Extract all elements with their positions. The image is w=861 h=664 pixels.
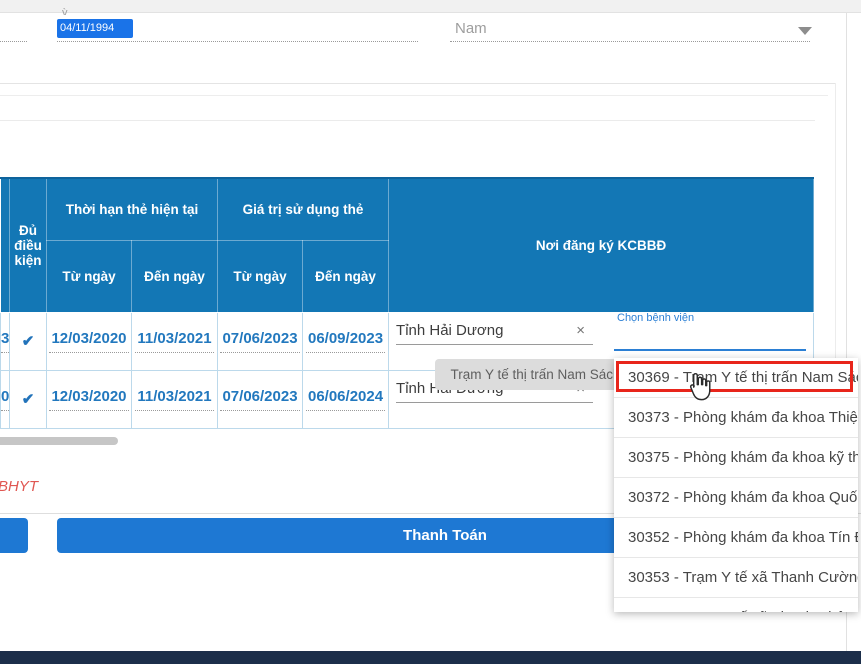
back-button-clipped[interactable] [0,518,28,553]
hospital-tooltip: Trạm Y tế thị trấn Nam Sách [435,359,636,390]
date-field[interactable]: 12/03/2020 [49,388,128,411]
hospital-option[interactable]: 30353 - Trạm Y tế xã Thanh Cường [614,558,858,598]
kcb-province-value[interactable]: Tỉnh Hải Dương [396,322,503,339]
hospital-picker-input[interactable] [614,349,806,351]
hospital-option[interactable]: 30373 - Phòng khám đa khoa Thiện Tâm [614,398,858,438]
date-field[interactable]: 11/03/2021 [135,388,213,411]
date-field[interactable]: 06/06/2024 [306,388,385,411]
hospital-picker-label: Chọn bệnh viện [617,312,694,324]
gender-select-value[interactable]: Nam [455,20,487,37]
date-field[interactable]: 07/06/2023 [220,388,299,411]
hospital-option[interactable]: 30352 - Phòng khám đa khoa Tín Đức C [614,518,858,558]
check-icon: ✔ [22,333,35,350]
clear-icon[interactable]: × [572,322,589,339]
hand-cursor-icon [685,372,712,401]
col-header-kcb-place: Nơi đăng ký KCBBĐ [389,178,814,312]
clipped-text-fragment: ỳ ỉ [62,8,86,15]
window-top-strip [0,0,861,13]
date-field[interactable]: 06/09/2023 [306,330,385,353]
card-id-fragment: 3 [1,312,10,370]
clipped-column-header [1,178,10,312]
card-divider [0,83,835,84]
card-divider [0,120,815,121]
date-field[interactable]: 12/03/2020 [49,330,128,353]
hospital-dropdown: 30369 - Trạm Y tế thị trấn Nam Sách 3037… [614,358,858,612]
dob-field-underline[interactable] [57,41,418,42]
col-header-from-date: Từ ngày [47,240,132,312]
col-header-to-date: Đến ngày [303,240,389,312]
kcb-province-field[interactable]: Tỉnh Hải Dương × [396,322,593,345]
hospital-option[interactable]: 30375 - Phòng khám đa khoa kỹ thuật cao [614,438,858,478]
date-field[interactable]: 07/06/2023 [220,330,299,353]
col-header-current-term: Thời hạn thẻ hiện tại [47,178,218,240]
footer-bar [0,651,861,664]
date-field[interactable]: 11/03/2021 [135,330,213,353]
check-icon: ✔ [22,391,35,408]
screen: ỳ ỉ 04/11/1994 Nam Đủ điều kiện Thời hạn… [0,0,861,664]
gender-select-underline[interactable] [450,41,810,42]
bhyt-note-fragment: BHYT [0,478,38,495]
col-header-to-date: Đến ngày [132,240,218,312]
col-header-from-date: Từ ngày [218,240,303,312]
hospital-option[interactable]: 30369 - Trạm Y tế thị trấn Nam Sách [614,358,858,398]
col-header-card-validity: Giá trị sử dụng thẻ [218,178,389,240]
card-id-fragment: 0 [1,370,10,428]
horizontal-scrollbar-thumb[interactable] [0,437,118,445]
card-divider [0,95,828,96]
clipped-field-underline [0,41,27,42]
chevron-down-icon[interactable] [798,27,812,35]
dob-field-selected-text[interactable]: 04/11/1994 [57,19,133,38]
hospital-option[interactable]: 30372 - Phòng khám đa khoa Quốc tế Th [614,478,858,518]
hospital-option[interactable]: 30354 - Trạm Y tế xã Thanh Khê [614,598,858,612]
col-header-eligible: Đủ điều kiện [10,178,47,312]
